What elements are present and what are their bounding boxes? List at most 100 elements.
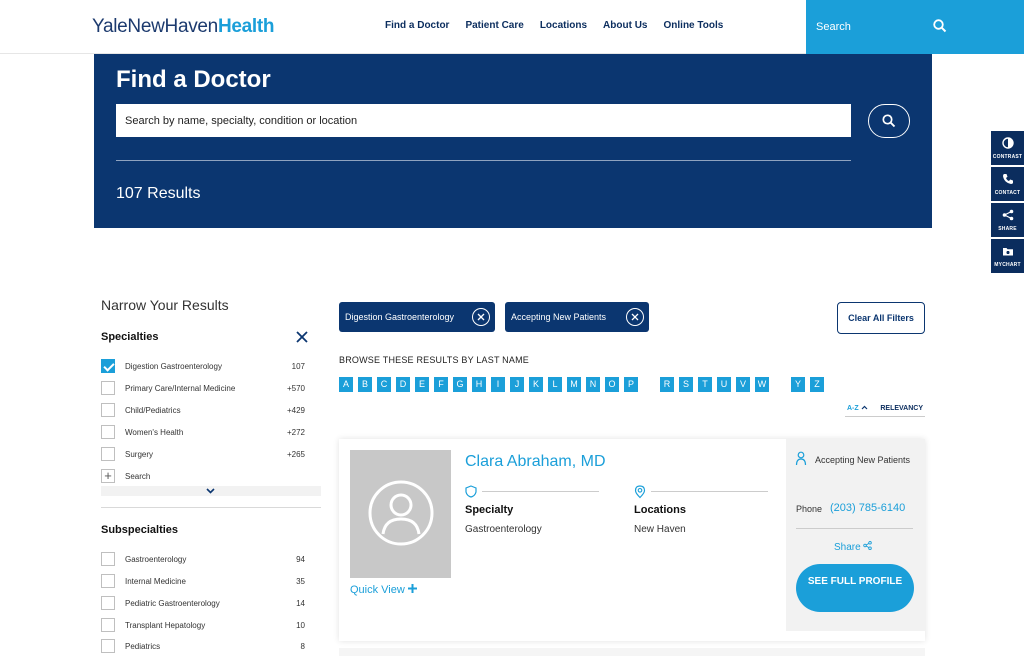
page-title: Find a Doctor xyxy=(116,66,271,93)
letter-filter-y[interactable]: Y xyxy=(791,377,805,392)
doctor-search-input[interactable] xyxy=(116,104,851,137)
nav-patient-care[interactable]: Patient Care xyxy=(465,20,523,31)
letter-filter-d[interactable]: D xyxy=(396,377,410,392)
site-search-bar xyxy=(806,0,1024,54)
remove-filter-button[interactable] xyxy=(472,308,490,326)
main-nav: Find a Doctor Patient Care Locations Abo… xyxy=(385,20,723,31)
divider xyxy=(651,491,768,492)
close-icon xyxy=(477,313,485,321)
letter-filter-m[interactable]: M xyxy=(567,377,581,392)
letter-filter-w[interactable]: W xyxy=(755,377,769,392)
checkbox[interactable] xyxy=(101,381,115,395)
subspecialty-filter-option[interactable]: Pediatrics 8 xyxy=(101,638,305,654)
letter-filter-v[interactable]: V xyxy=(736,377,750,392)
nav-find-a-doctor[interactable]: Find a Doctor xyxy=(385,20,449,31)
share-link[interactable]: Share xyxy=(834,541,873,553)
letter-filter-k[interactable]: K xyxy=(529,377,543,392)
checkbox[interactable] xyxy=(101,618,115,632)
accepting-new-patients-status: Accepting New Patients xyxy=(815,455,911,465)
clear-all-filters-button[interactable]: Clear All Filters xyxy=(837,302,925,334)
checkbox[interactable] xyxy=(101,425,115,439)
specialty-filter-option[interactable]: Primary Care/Internal Medicine +570 xyxy=(101,380,305,396)
specialty-filter-option[interactable]: Digestion Gastroenterology 107 xyxy=(101,358,305,374)
doctor-photo-placeholder xyxy=(350,450,451,578)
search-icon[interactable] xyxy=(933,19,947,38)
letter-filter-o[interactable]: O xyxy=(605,377,619,392)
alphabet-filter: ABCDEFGHIJKLMNOP RSTUVW YZ xyxy=(339,377,839,392)
nav-online-tools[interactable]: Online Tools xyxy=(664,20,724,31)
mychart-icon xyxy=(1003,248,1013,256)
subspecialty-filter-option[interactable]: Transplant Hepatology 10 xyxy=(101,617,305,633)
divider xyxy=(116,160,851,161)
nav-about-us[interactable]: About Us xyxy=(603,20,647,31)
nav-locations[interactable]: Locations xyxy=(540,20,587,31)
letter-filter-z[interactable]: Z xyxy=(810,377,824,392)
find-doctor-hero: Find a Doctor 107 Results xyxy=(94,54,932,228)
mychart-button[interactable]: MYCHART xyxy=(991,239,1024,273)
checkbox[interactable] xyxy=(101,403,115,417)
show-more-specialties[interactable] xyxy=(101,486,321,496)
doctor-result-card: Quick View Clara Abraham, MD Specialty G… xyxy=(339,439,925,641)
divider xyxy=(482,491,599,492)
specialty-search-toggle[interactable]: + Search xyxy=(101,468,305,484)
letter-filter-u[interactable]: U xyxy=(717,377,731,392)
checkbox[interactable] xyxy=(101,639,115,653)
quick-view-link[interactable]: Quick View xyxy=(350,584,417,596)
letter-filter-l[interactable]: L xyxy=(548,377,562,392)
remove-filter-button[interactable] xyxy=(626,308,644,326)
sort-relevancy-button[interactable]: RELEVANCY xyxy=(880,405,923,412)
subspecialty-filter-option[interactable]: Internal Medicine 35 xyxy=(101,573,305,589)
share-icon xyxy=(1002,209,1014,221)
letter-filter-h[interactable]: H xyxy=(472,377,486,392)
doctor-search-button[interactable] xyxy=(868,104,910,138)
contrast-button[interactable]: CONTRAST xyxy=(991,131,1024,165)
letter-filter-s[interactable]: S xyxy=(679,377,693,392)
phone-link[interactable]: (203) 785-6140 xyxy=(830,502,905,514)
letter-filter-j[interactable]: J xyxy=(510,377,524,392)
contrast-icon xyxy=(1002,137,1014,149)
share-icon xyxy=(863,541,873,550)
letter-filter-f[interactable]: F xyxy=(434,377,448,392)
letter-filter-r[interactable]: R xyxy=(660,377,674,392)
divider xyxy=(796,528,913,529)
locations-label: Locations xyxy=(634,504,686,516)
subspecialty-filter-option[interactable]: Pediatric Gastroenterology 14 xyxy=(101,595,305,611)
specialty-value: Gastroenterology xyxy=(465,524,542,535)
sort-az-button[interactable]: A-Z xyxy=(847,405,868,412)
doctor-name-link[interactable]: Clara Abraham, MD xyxy=(465,453,606,471)
chevron-down-icon xyxy=(206,488,215,494)
divider xyxy=(101,507,321,508)
checkbox[interactable] xyxy=(101,552,115,566)
specialty-filter-option[interactable]: Women's Health +272 xyxy=(101,424,305,440)
letter-filter-p[interactable]: P xyxy=(624,377,638,392)
checkbox[interactable] xyxy=(101,359,115,373)
subspecialty-filter-option[interactable]: Gastroenterology 94 xyxy=(101,551,305,567)
specialty-filter-option[interactable]: Surgery +265 xyxy=(101,446,305,462)
letter-filter-e[interactable]: E xyxy=(415,377,429,392)
specialty-filter-option[interactable]: Child/Pediatrics +429 xyxy=(101,402,305,418)
specialties-heading[interactable]: Specialties xyxy=(101,331,158,343)
accessibility-toolbar: CONTRAST CONTACT SHARE MYCHART xyxy=(991,131,1024,275)
site-logo[interactable]: YaleNewHavenHealth xyxy=(92,16,275,38)
letter-filter-g[interactable]: G xyxy=(453,377,467,392)
letter-filter-c[interactable]: C xyxy=(377,377,391,392)
checkbox[interactable] xyxy=(101,574,115,588)
results-count: 107 Results xyxy=(116,185,201,202)
search-icon xyxy=(882,114,896,128)
doctor-contact-panel: Accepting New Patients Phone (203) 785-6… xyxy=(786,439,925,631)
letter-filter-a[interactable]: A xyxy=(339,377,353,392)
phone-icon xyxy=(1003,174,1013,184)
subspecialties-heading[interactable]: Subspecialties xyxy=(101,524,178,536)
share-tool-button[interactable]: SHARE xyxy=(991,203,1024,237)
close-icon[interactable] xyxy=(295,330,309,349)
contact-button[interactable]: CONTACT xyxy=(991,167,1024,201)
checkbox[interactable] xyxy=(101,596,115,610)
letter-filter-b[interactable]: B xyxy=(358,377,372,392)
top-bar: YaleNewHavenHealth Find a Doctor Patient… xyxy=(0,0,1024,54)
checkbox[interactable] xyxy=(101,447,115,461)
close-icon xyxy=(631,313,639,321)
letter-filter-n[interactable]: N xyxy=(586,377,600,392)
see-full-profile-button[interactable]: SEE FULL PROFILE xyxy=(796,564,914,612)
letter-filter-t[interactable]: T xyxy=(698,377,712,392)
letter-filter-i[interactable]: I xyxy=(491,377,505,392)
